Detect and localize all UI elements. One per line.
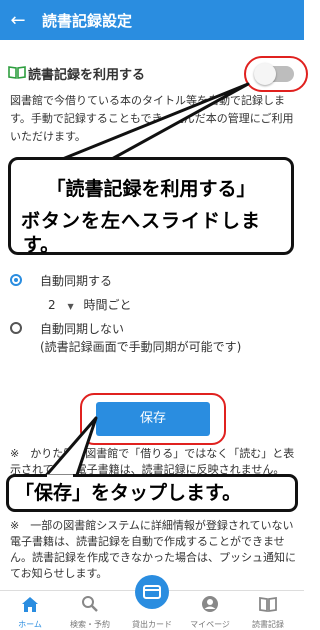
nav-card-label: 貸出カード xyxy=(132,620,172,629)
bottom-navigation: ホーム 検索・予約 貸出カード マイページ 読書記録 xyxy=(0,575,304,629)
nav-home-label: ホーム xyxy=(18,620,42,629)
account-icon xyxy=(202,596,218,612)
card-button[interactable] xyxy=(135,575,169,609)
home-icon xyxy=(22,597,38,612)
nav-search[interactable]: 検索・予約 xyxy=(64,595,116,629)
nav-records[interactable]: 読書記録 xyxy=(242,595,294,629)
callout-save: 「保存」をタップします。 xyxy=(6,474,298,512)
nav-search-label: 検索・予約 xyxy=(70,620,110,629)
search-icon xyxy=(82,596,98,612)
nav-mypage[interactable]: マイページ xyxy=(184,595,236,629)
book-icon xyxy=(259,596,277,613)
nav-home[interactable]: ホーム xyxy=(4,595,56,629)
nav-mypage-label: マイページ xyxy=(190,620,230,629)
nav-records-label: 読書記録 xyxy=(252,620,284,629)
card-icon xyxy=(143,585,161,599)
note-2: ※ 一部の図書館システムに詳細情報が登録されていない電子書籍は、読書記録を自動で… xyxy=(10,519,296,580)
